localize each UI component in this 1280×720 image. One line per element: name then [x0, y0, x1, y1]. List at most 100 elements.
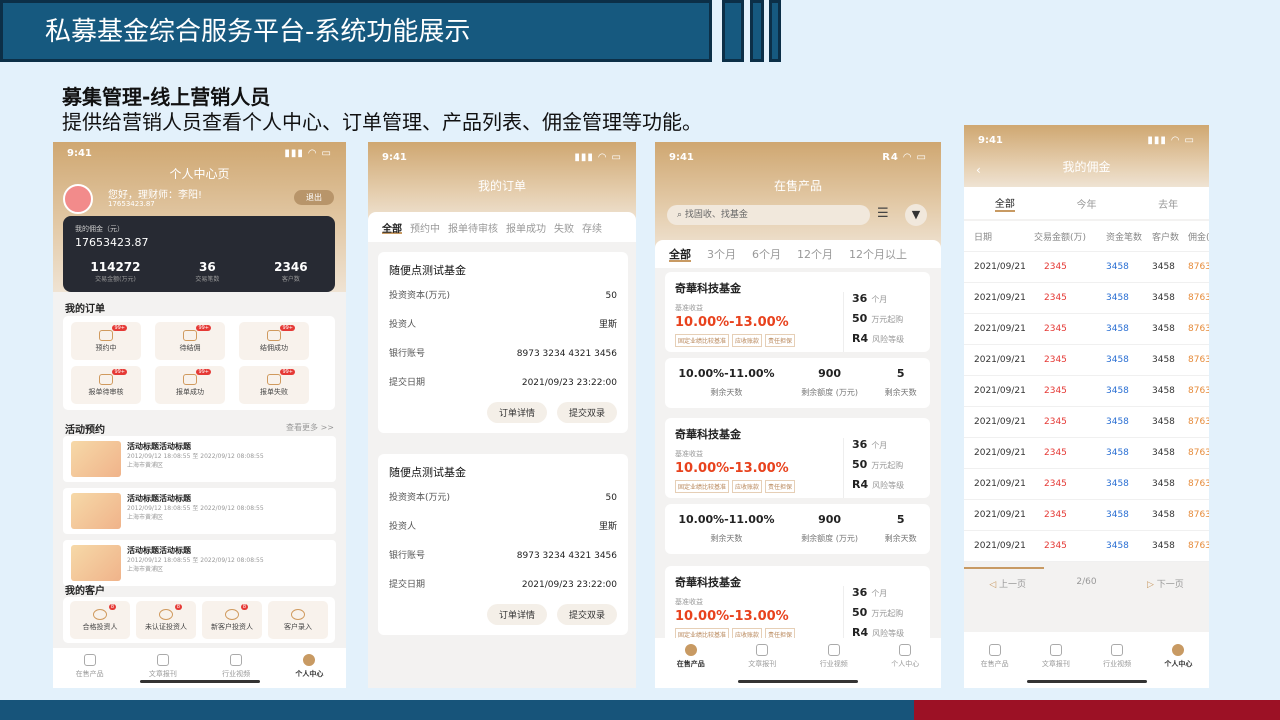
next-page-button[interactable]: ▷ 下一页	[1147, 577, 1184, 590]
scroll-indicator	[964, 567, 1044, 569]
footer-bar	[0, 700, 914, 720]
submit-recording-button[interactable]: 提交双录	[556, 604, 617, 625]
shop-icon	[988, 644, 1001, 656]
greeting: 您好，理财师：李阳!	[108, 190, 203, 201]
tab-products[interactable]: 在售产品	[677, 644, 705, 688]
activity-image	[71, 441, 121, 477]
client-qualified[interactable]: 8 合格投资人	[70, 601, 130, 639]
tab-last-year[interactable]: 去年	[1158, 196, 1178, 211]
screen-title: 我的订单	[477, 179, 526, 193]
stat-amount: 114272 交易金额(万元)	[90, 260, 141, 283]
order-report-success[interactable]: 99+ 报单成功	[155, 366, 225, 404]
order-grid: 99+ 预约中 99+ 待结佣 99+ 结佣成功 99+ 报单待审核 99+ 报单成功 9…	[63, 316, 335, 410]
commission-table: 日期交易金额(万)资金笔数客户数佣金(元 2021/09/21234534583…	[964, 221, 1209, 562]
order-commission-success[interactable]: 99+ 结佣成功	[239, 322, 309, 360]
activity-image	[71, 545, 121, 581]
home-indicator	[738, 680, 858, 683]
tab-profile[interactable]: 个人中心	[891, 644, 919, 688]
stat-clients: 2346 客户数	[274, 260, 308, 283]
tab-reserving[interactable]: 预约中	[410, 220, 440, 235]
signal-icon: ▮▮▮ ◠ ▭	[574, 152, 622, 163]
order-report-failed[interactable]: 99+ 报单失败	[239, 366, 309, 404]
table-header: 日期交易金额(万)资金笔数客户数佣金(元	[964, 221, 1209, 252]
video-icon	[1111, 644, 1124, 656]
tab-ongoing[interactable]: 存续	[582, 220, 602, 235]
product-card[interactable]: 奇華科技基金 基准收益 10.00%-13.00% 固定业绩比较基准 应收账款 责任…	[665, 272, 930, 352]
tab-profile[interactable]: 个人中心	[295, 654, 323, 688]
client-entry[interactable]: 客户录入	[268, 601, 328, 639]
order-reserving[interactable]: 99+ 预约中	[71, 322, 141, 360]
shop-icon	[684, 644, 697, 656]
screen-title: 在售产品	[773, 179, 822, 193]
activity-heading: 活动预约	[65, 425, 105, 436]
add-user-icon	[225, 608, 239, 620]
stat-count: 36 交易笔数	[195, 260, 220, 283]
page-indicator: 2/60	[1076, 577, 1097, 587]
order-review-pending[interactable]: 99+ 报单待审核	[71, 366, 141, 404]
chevron-right-icon: ▷	[1146, 580, 1157, 590]
shop-icon	[83, 654, 96, 666]
footer-accent	[914, 700, 1280, 720]
list-icon[interactable]: ☰	[877, 206, 889, 221]
activity-item[interactable]: 活动标题活动标题 2012/09/12 18:08:55 至 2022/09/12…	[63, 540, 336, 586]
header-stripe	[722, 0, 744, 62]
tab-all[interactable]: 全部	[382, 220, 402, 235]
screen-title: 我的佣金	[1062, 160, 1111, 174]
client-grid: 8 合格投资人 8 未认证投资人 8 新客户投资人 客户录入	[63, 597, 335, 643]
tab-products[interactable]: 在售产品	[981, 644, 1009, 688]
filter-icon[interactable]: ▼	[905, 204, 927, 226]
order-detail-button[interactable]: 订单详情	[486, 402, 547, 423]
clients-heading: 我的客户	[65, 586, 105, 597]
tab-failed[interactable]: 失败	[554, 220, 574, 235]
submit-recording-button[interactable]: 提交双录	[556, 402, 617, 423]
tab-12m[interactable]: 12个月	[797, 246, 833, 262]
client-new[interactable]: 8 新客户投资人	[202, 601, 262, 639]
table-row: 2021/09/21234534583458876354	[964, 500, 1209, 531]
order-detail-button[interactable]: 订单详情	[486, 604, 547, 625]
signal-icon: ▮▮▮ ◠ ▭	[284, 148, 332, 159]
commission-card: 我的佣金（元） 17653423.87 114272 交易金额(万元) 36 交易笔…	[63, 216, 335, 292]
activity-item[interactable]: 活动标题活动标题 2012/09/12 18:08:55 至 2022/09/12…	[63, 488, 336, 534]
order-icon	[99, 373, 113, 385]
order-icon	[183, 329, 197, 341]
activity-item[interactable]: 活动标题活动标题 2012/09/12 18:08:55 至 2022/09/12…	[63, 436, 336, 482]
article-icon	[756, 644, 769, 656]
signal-icon: ▮▮▮ ◠ ▭	[1147, 135, 1195, 146]
product-summary: 10.00%-11.00% 剩余天数 900 剩余额度 (万元) 5 剩余天数	[665, 504, 930, 554]
tab-all[interactable]: 全部	[994, 195, 1015, 212]
back-icon[interactable]: ‹	[976, 163, 981, 177]
home-indicator	[1026, 680, 1147, 683]
tab-this-year[interactable]: 今年	[1076, 196, 1096, 211]
client-unverified[interactable]: 8 未认证投资人	[136, 601, 196, 639]
product-card[interactable]: 奇華科技基金 基准收益 10.00%-13.00% 固定业绩比较基准 应收账款 责任…	[665, 418, 930, 498]
screen-title: 个人中心页	[169, 167, 230, 181]
status-time: 9:41	[67, 148, 92, 159]
video-icon	[230, 654, 243, 666]
tab-12m-plus[interactable]: 12个月以上	[849, 246, 907, 262]
table-row: 2021/09/21234534583458876354	[964, 407, 1209, 438]
tab-6m[interactable]: 6个月	[752, 246, 781, 262]
activity-more-link[interactable]: 查看更多 >>	[286, 422, 334, 433]
search-icon: ⌕	[677, 210, 685, 220]
tab-success[interactable]: 报单成功	[506, 220, 546, 235]
product-tabs: 全部 3个月 6个月 12个月 12个月以上	[655, 240, 941, 268]
header-stripe	[769, 0, 781, 62]
tab-all[interactable]: 全部	[669, 246, 691, 262]
phone-number: 17653423.87	[108, 200, 155, 208]
order-pending-commission[interactable]: 99+ 待结佣	[155, 322, 225, 360]
tab-profile[interactable]: 个人中心	[1164, 644, 1192, 688]
table-row: 2021/09/21234534583458876354	[964, 283, 1209, 314]
status-time: 9:41	[669, 152, 694, 163]
product-summary: 10.00%-11.00% 剩余天数 900 剩余额度 (万元) 5 剩余天数	[665, 358, 930, 408]
product-card[interactable]: 奇華科技基金 基准收益 10.00%-13.00% 固定业绩比较基准 应收账款 责任…	[665, 566, 930, 646]
logout-button[interactable]: 退出	[294, 190, 334, 205]
prev-page-button[interactable]: ◁ 上一页	[989, 577, 1026, 590]
article-icon	[1049, 644, 1062, 656]
search-input[interactable]: ⌕ 找固收、找基金	[667, 205, 870, 225]
tab-3m[interactable]: 3个月	[707, 246, 736, 262]
tab-review[interactable]: 报单待审核	[448, 220, 498, 235]
tab-products[interactable]: 在售产品	[76, 654, 104, 688]
order-icon	[183, 373, 197, 385]
signal-icon: R4 ◠ ▭	[882, 152, 927, 163]
table-row: 2021/09/21234534583458876354	[964, 531, 1209, 562]
